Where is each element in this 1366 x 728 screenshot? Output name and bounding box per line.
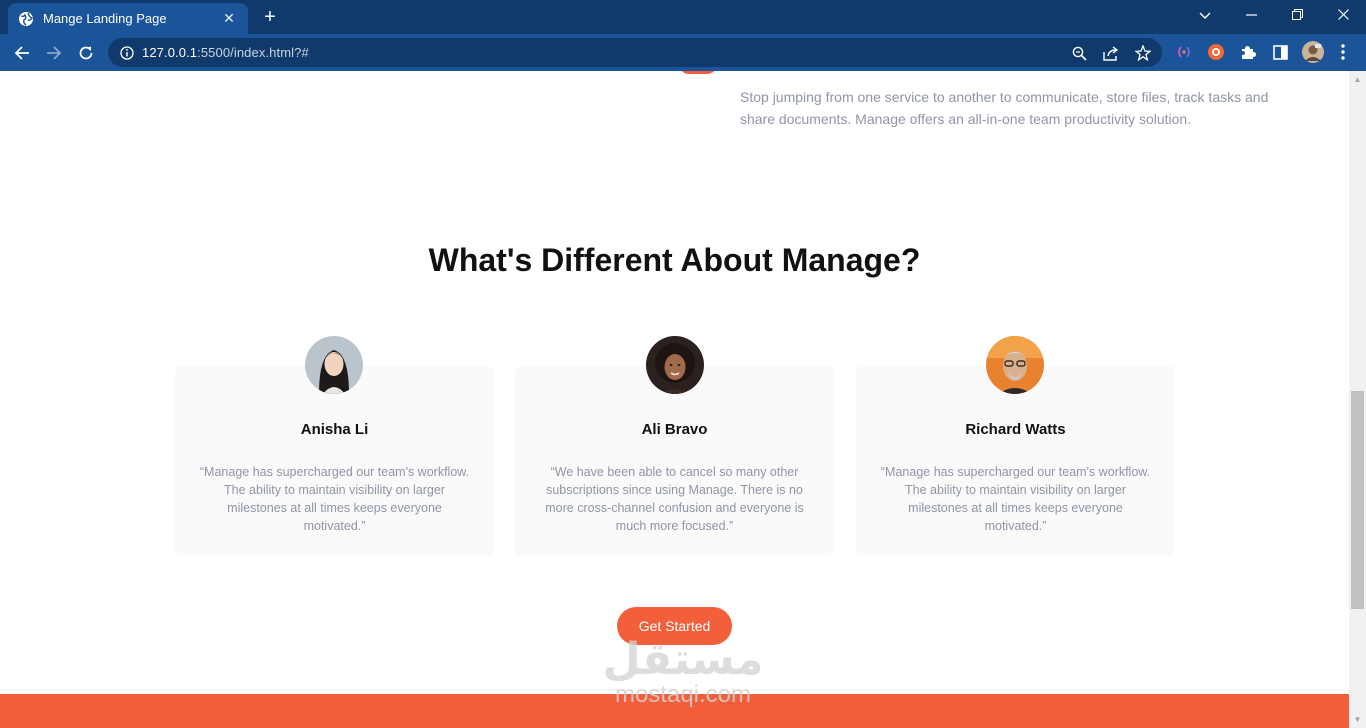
testimonial-card: Richard Watts “Manage has supercharged o… bbox=[856, 366, 1175, 556]
reload-icon bbox=[78, 45, 94, 61]
recorder-extension-icon[interactable] bbox=[1206, 42, 1226, 62]
avatar bbox=[986, 336, 1044, 394]
browser-tab-strip: Mange Landing Page ✕ + bbox=[0, 0, 1366, 34]
testimonial-quote: “Manage has supercharged our team's work… bbox=[199, 465, 470, 533]
browser-toolbar: 127.0.0.1:5500/index.html?# bbox=[0, 34, 1366, 71]
sidepanel-icon[interactable] bbox=[1270, 42, 1290, 62]
tab-search-chevron-icon[interactable] bbox=[1190, 4, 1220, 28]
testimonial-quote: “Manage has supercharged our team's work… bbox=[880, 465, 1151, 533]
bookmark-star-icon[interactable] bbox=[1134, 44, 1152, 62]
globe-icon bbox=[18, 11, 34, 27]
feature-number-badge bbox=[679, 71, 717, 74]
testimonial-card: Anisha Li “Manage has supercharged our t… bbox=[175, 366, 494, 556]
avatar bbox=[646, 336, 704, 394]
url-path: :5500/index.html?# bbox=[197, 45, 309, 60]
restore-button[interactable] bbox=[1282, 4, 1312, 28]
watermark-latin: mostaqi.com bbox=[614, 681, 752, 708]
scroll-thumb[interactable] bbox=[1351, 391, 1364, 609]
zoom-icon[interactable] bbox=[1070, 44, 1088, 62]
reload-button[interactable] bbox=[74, 41, 98, 65]
testimonial-quote: “We have been able to cancel so many oth… bbox=[545, 465, 804, 533]
avatar bbox=[305, 336, 363, 394]
page-scrollbar[interactable]: ▲ ▼ bbox=[1349, 71, 1366, 728]
scroll-down-arrow-icon[interactable]: ▼ bbox=[1353, 715, 1362, 724]
forward-button[interactable] bbox=[42, 41, 66, 65]
feature-description: Stop jumping from one service to another… bbox=[740, 89, 1269, 127]
url-text: 127.0.0.1:5500/index.html?# bbox=[142, 45, 309, 60]
testimonial-name: Anisha Li bbox=[300, 421, 369, 438]
page-viewport: Stop jumping from one service to another… bbox=[0, 71, 1349, 728]
info-icon[interactable] bbox=[120, 45, 134, 60]
section-title: What's Different About Manage? bbox=[428, 242, 921, 278]
profile-avatar[interactable] bbox=[1302, 41, 1324, 63]
share-icon[interactable] bbox=[1102, 44, 1120, 62]
tab-title: Mange Landing Page bbox=[43, 11, 167, 26]
new-tab-button[interactable]: + bbox=[258, 5, 282, 29]
tab-close-icon[interactable]: ✕ bbox=[220, 10, 238, 27]
back-icon bbox=[14, 45, 30, 61]
close-window-button[interactable] bbox=[1328, 4, 1358, 28]
minimize-button[interactable] bbox=[1236, 4, 1266, 28]
address-bar[interactable]: 127.0.0.1:5500/index.html?# bbox=[108, 38, 1162, 67]
scroll-up-arrow-icon[interactable]: ▲ bbox=[1353, 75, 1362, 84]
puzzle-icon[interactable] bbox=[1238, 42, 1258, 62]
extension-icon[interactable] bbox=[1174, 42, 1194, 62]
browser-tab[interactable]: Mange Landing Page ✕ bbox=[8, 3, 248, 34]
back-button[interactable] bbox=[10, 41, 34, 65]
testimonial-card: Ali Bravo “We have been able to cancel s… bbox=[515, 366, 834, 556]
watermark-arabic: مستقل bbox=[602, 634, 764, 685]
browser-menu-icon[interactable] bbox=[1336, 42, 1350, 62]
url-host: 127.0.0.1 bbox=[142, 45, 198, 60]
testimonial-name: Ali Bravo bbox=[641, 421, 708, 438]
forward-icon bbox=[46, 45, 62, 61]
testimonial-name: Richard Watts bbox=[965, 421, 1066, 438]
